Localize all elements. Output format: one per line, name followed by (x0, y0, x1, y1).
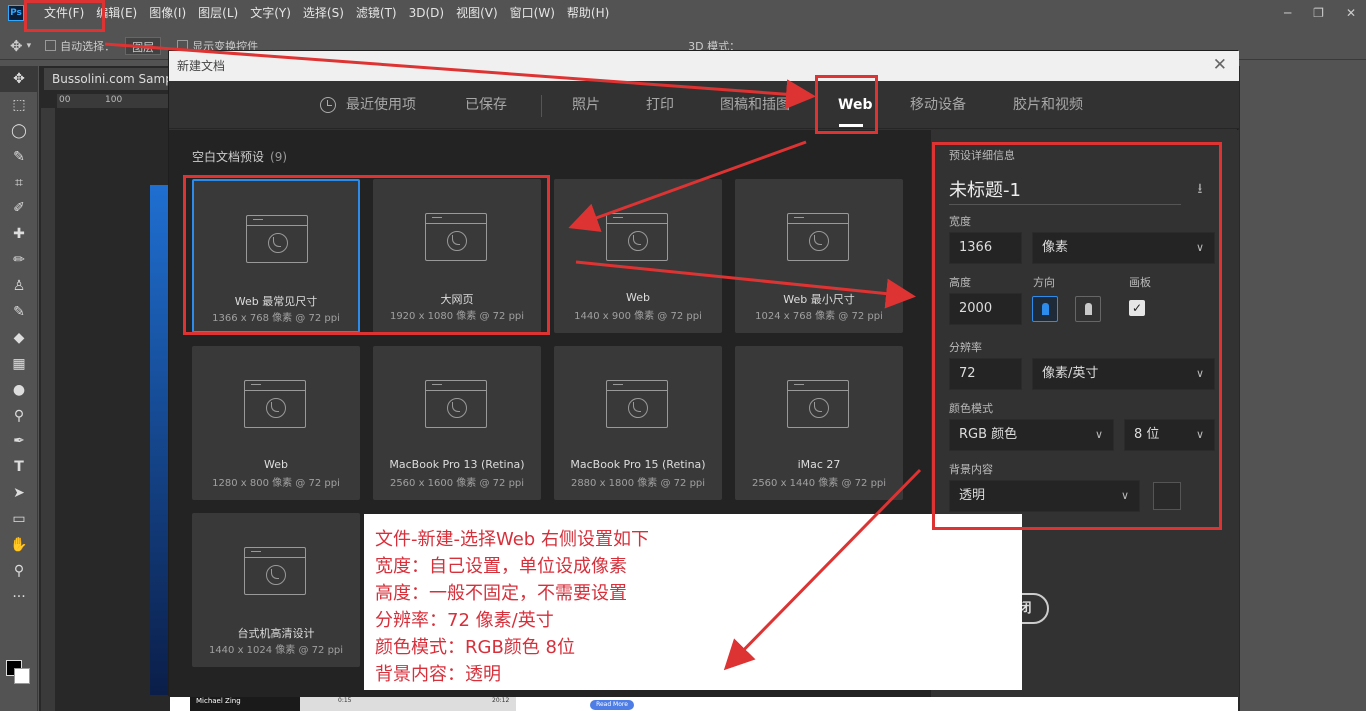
annotation-arrow (723, 468, 922, 671)
annotation-arrow (568, 140, 807, 232)
annotation-arrow (575, 260, 916, 309)
annotation-arrows (104, 42, 922, 671)
annotation-arrow (104, 42, 816, 110)
